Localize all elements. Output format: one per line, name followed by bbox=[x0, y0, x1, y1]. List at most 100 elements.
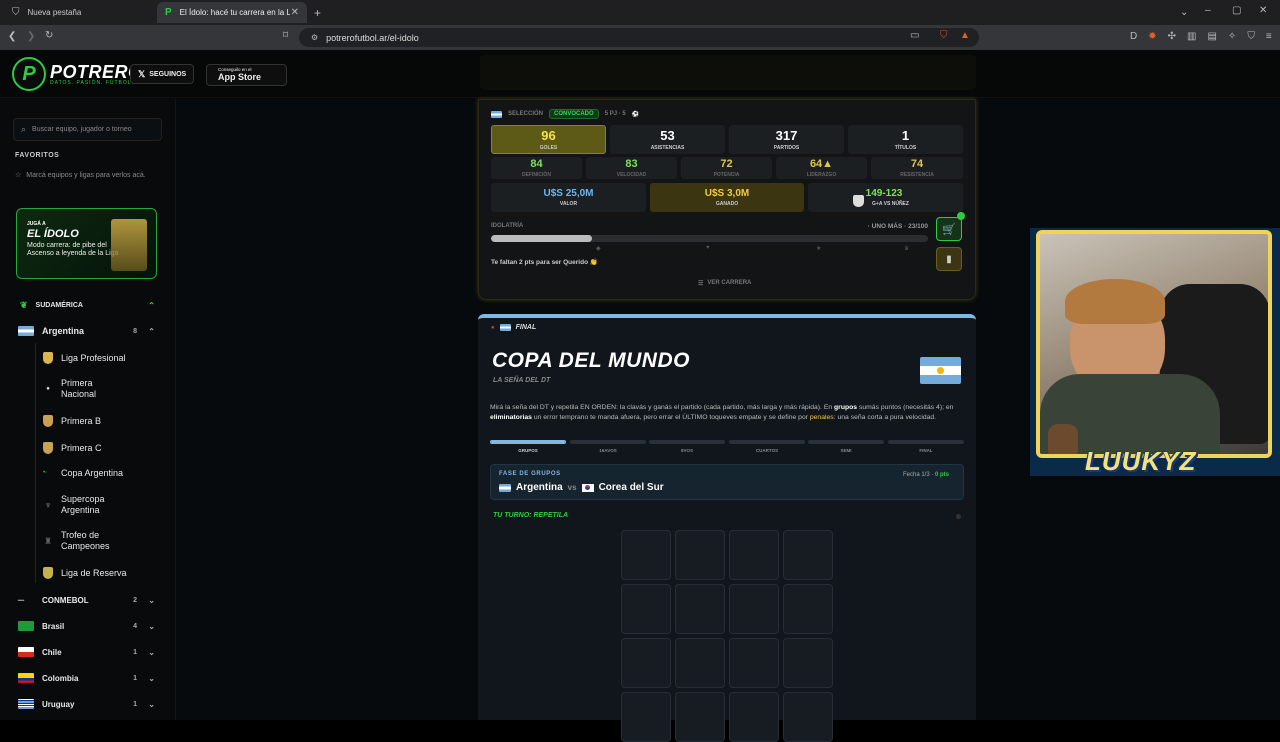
idolatria-bar bbox=[491, 235, 928, 242]
chevron-down-icon[interactable]: ⌄ bbox=[1180, 7, 1188, 18]
game-subtitle: LA SEÑA DEL DT bbox=[493, 377, 551, 384]
grid-cell[interactable] bbox=[621, 638, 671, 688]
grid-cell[interactable] bbox=[729, 692, 779, 742]
grid-cell[interactable] bbox=[783, 530, 833, 580]
grid-cell[interactable] bbox=[729, 638, 779, 688]
potrero-favicon-icon: P bbox=[165, 7, 172, 18]
leo-icon[interactable]: ✧ bbox=[1228, 31, 1236, 42]
webcam-overlay: LUUKYZ bbox=[1030, 228, 1280, 476]
grid-cell[interactable] bbox=[783, 638, 833, 688]
sidebar-item-primera-b[interactable]: Primera B bbox=[43, 415, 153, 427]
stat-ganado: U$S 3,0M GANADO bbox=[650, 183, 804, 212]
grid-cell[interactable] bbox=[729, 530, 779, 580]
grid-cell[interactable] bbox=[783, 692, 833, 742]
notification-dot bbox=[957, 212, 965, 220]
sidebar-item-uruguay[interactable]: Uruguay 1 ⌄ bbox=[18, 699, 155, 709]
grid-cell[interactable] bbox=[621, 584, 671, 634]
colombia-flag-icon bbox=[18, 673, 34, 683]
region-sudamerica[interactable]: ❦ SUDAMÉRICA ⌃ bbox=[20, 300, 155, 311]
bookmark-icon[interactable]: ⌑ bbox=[283, 30, 288, 41]
country-label: Uruguay bbox=[42, 699, 75, 709]
attr-label: LIDERAZGO bbox=[806, 172, 837, 178]
sidebar-item-conmebol[interactable]: ━━ CONMEBOL 2 ⌄ bbox=[18, 596, 155, 605]
grid-cell[interactable] bbox=[675, 638, 725, 688]
argentina-flag-icon bbox=[491, 110, 502, 118]
close-icon[interactable]: ✕ bbox=[291, 7, 299, 18]
app-store-button[interactable]: Conseguilo en el App Store bbox=[206, 64, 287, 86]
chevron-down-icon: ⌄ bbox=[148, 673, 155, 683]
grid-cell[interactable] bbox=[783, 584, 833, 634]
close-window-icon[interactable]: ✕ bbox=[1259, 5, 1267, 16]
league-label: Supercopa Argentina bbox=[61, 494, 105, 515]
tab-title: Nueva pestaña bbox=[27, 8, 82, 17]
grid-cell[interactable] bbox=[621, 692, 671, 742]
sidebar-item-brasil[interactable]: Brasil 4 ⌄ bbox=[18, 621, 155, 631]
attr-definicion: 84 DEFINICIÓN bbox=[491, 157, 582, 179]
rules-grupos: grupos bbox=[834, 404, 858, 411]
inventory-button[interactable]: ▮ bbox=[936, 247, 962, 271]
river-shield-icon bbox=[853, 195, 864, 207]
stat-value: U$S 3,0M bbox=[704, 188, 750, 199]
promo-title: EL ÍDOLO bbox=[27, 228, 79, 240]
extension-d-icon[interactable]: D bbox=[1130, 31, 1137, 42]
sidebar-item-primera-nacional[interactable]: ● Primera Nacional bbox=[43, 378, 153, 400]
wallet-icon[interactable]: ▤ bbox=[1207, 31, 1216, 42]
ver-carrera-button[interactable]: ☰ VER CARRERA bbox=[698, 280, 751, 287]
sidebar-item-colombia[interactable]: Colombia 1 ⌄ bbox=[18, 673, 155, 683]
site-info-icon[interactable]: ⚙ bbox=[311, 33, 318, 42]
grid-cell[interactable] bbox=[729, 584, 779, 634]
search-input[interactable]: ⌕ Buscar equipo, jugador o torneo bbox=[13, 118, 162, 141]
address-bar[interactable]: ⚙ potrerofutbol.ar/el-idolo bbox=[299, 28, 979, 47]
sidebar-toggle-icon[interactable]: ▥ bbox=[1187, 31, 1196, 42]
follow-x-button[interactable]: 𝕏 SEGUINOS bbox=[130, 64, 195, 84]
turn-label: TU TURNO: REPETILA bbox=[493, 512, 569, 519]
grid-cell[interactable] bbox=[675, 584, 725, 634]
puzzle-icon[interactable]: ✣ bbox=[1168, 31, 1176, 42]
stat-valor: U$S 25,0M VALOR bbox=[491, 183, 646, 212]
sidebar-item-copa-argentina[interactable]: •◦ Copa Argentina bbox=[43, 468, 153, 478]
country-label: Colombia bbox=[42, 673, 79, 683]
extension-flame-icon[interactable]: ✹ bbox=[1148, 31, 1156, 42]
stat-label: GANADO bbox=[715, 201, 739, 207]
menu-icon[interactable]: ≡ bbox=[1266, 31, 1272, 42]
el-idolo-promo[interactable]: JUGÁ A EL ÍDOLO Modo carrera: de pibe de… bbox=[16, 208, 157, 279]
sidebar-item-argentina[interactable]: Argentina 8 ⌃ bbox=[18, 326, 155, 336]
new-tab-icon[interactable]: + bbox=[314, 6, 321, 20]
grid-cell[interactable] bbox=[675, 530, 725, 580]
sidebar-item-primera-c[interactable]: Primera C bbox=[43, 442, 153, 454]
step-label: GRUPOS bbox=[518, 448, 538, 453]
star-icon: ☆ bbox=[15, 172, 22, 179]
potrero-logo-icon[interactable]: P bbox=[12, 57, 46, 91]
shop-button[interactable]: 🛒 bbox=[936, 217, 962, 241]
rules-part: un error temprano te manda afuera, pero … bbox=[531, 413, 810, 421]
sidebar-item-liga-profesional[interactable]: Liga Profesional bbox=[43, 352, 153, 364]
vpn-icon[interactable]: ⛉ bbox=[1247, 31, 1255, 42]
sidebar-item-trofeo-campeones[interactable]: ♜ Trofeo de Campeones bbox=[43, 530, 153, 552]
sidebar-item-liga-reserva[interactable]: Liga de Reserva bbox=[43, 567, 153, 579]
chevron-up-icon: ⌃ bbox=[148, 326, 155, 336]
reload-icon[interactable]: ↻ bbox=[45, 30, 53, 41]
country-label: Chile bbox=[42, 647, 62, 657]
chevron-up-icon: ⌃ bbox=[148, 301, 155, 310]
forward-icon[interactable]: ❯ bbox=[27, 31, 35, 42]
rules-part: : una seña corta a pura velocidad. bbox=[833, 413, 937, 421]
maximize-icon[interactable]: ▢ bbox=[1232, 5, 1241, 16]
streamer-name: LUUKYZ bbox=[1085, 446, 1197, 476]
grid-cell[interactable] bbox=[675, 692, 725, 742]
step-label: FINAL bbox=[919, 448, 933, 453]
sidebar-item-chile[interactable]: Chile 1 ⌄ bbox=[18, 647, 155, 657]
brave-shield-icon[interactable]: ⛉ bbox=[940, 30, 948, 41]
sidebar-item-supercopa[interactable]: ♆ Supercopa Argentina bbox=[43, 494, 153, 516]
game-title: COPA DEL MUNDO bbox=[492, 349, 690, 372]
minimize-icon[interactable]: – bbox=[1205, 5, 1211, 16]
tab-el-idolo[interactable]: P El Ídolo: hacé tu carrera en la Lig ✕ bbox=[157, 2, 307, 23]
cast-icon[interactable]: ▭ bbox=[910, 30, 919, 41]
grid-cell[interactable] bbox=[621, 530, 671, 580]
shield-icon: ⛉ bbox=[12, 7, 20, 18]
tab-new[interactable]: ⛉ Nueva pestaña bbox=[4, 2, 154, 23]
rewards-icon[interactable]: ▲ bbox=[960, 30, 970, 41]
logo-letter: P bbox=[22, 62, 36, 85]
back-icon[interactable]: ❮ bbox=[8, 31, 16, 42]
argentina-flag-icon bbox=[499, 324, 511, 331]
step-label: 16AVOS bbox=[599, 448, 617, 453]
